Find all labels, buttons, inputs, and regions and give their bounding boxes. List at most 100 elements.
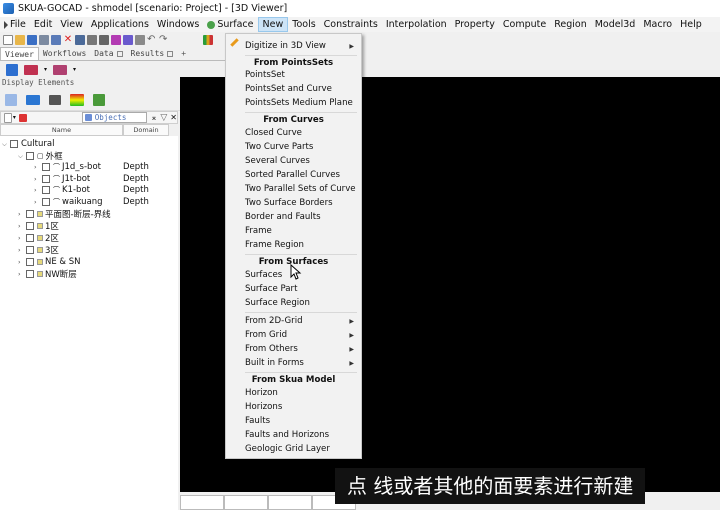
solid-icon[interactable] (49, 94, 61, 105)
close-icon[interactable]: ✕ (170, 113, 177, 122)
visibility-checkbox[interactable] (26, 222, 34, 230)
surface-icon[interactable] (26, 94, 40, 105)
collapse-icon[interactable]: ⌵ (18, 152, 26, 161)
magic-wand-icon[interactable] (111, 34, 121, 45)
menu-item-closed-curve[interactable]: Closed Curve (245, 127, 355, 140)
select-icon[interactable] (123, 34, 133, 45)
chevron-down-icon[interactable]: ▾ (73, 66, 76, 73)
tree-row[interactable]: › 1区 (18, 220, 59, 232)
visibility-checkbox[interactable] (42, 163, 50, 171)
tree-row[interactable]: › NW断层 (18, 268, 77, 280)
expand-icon[interactable]: › (18, 222, 26, 230)
collapse-icon[interactable]: ⌵ (2, 140, 10, 149)
expand-icon[interactable]: › (34, 186, 42, 194)
delete-icon[interactable]: ✕ (63, 34, 73, 45)
tree-row[interactable]: › 平面图-断层-界线 (18, 208, 111, 220)
menu-tools[interactable]: Tools (288, 17, 319, 32)
menu-item-from-grid[interactable]: From Grid ▶ (245, 329, 355, 342)
paste-icon[interactable] (99, 34, 109, 45)
expand-icon[interactable]: › (18, 210, 26, 218)
visibility-checkbox[interactable] (42, 186, 50, 194)
menu-item-two-parallel-sets[interactable]: Two Parallel Sets of Curve (245, 183, 356, 196)
column-domain[interactable]: Domain (123, 124, 169, 136)
menu-item-geologic-grid-layer[interactable]: Geologic Grid Layer (245, 443, 355, 456)
tree-row-cultural[interactable]: ⌵ Cultural (2, 138, 54, 150)
menu-applications[interactable]: Applications (87, 17, 153, 32)
expand-icon[interactable]: › (18, 246, 26, 254)
menu-item-faults-horizons[interactable]: Faults and Horizons (245, 429, 355, 442)
menu-item-digitize[interactable]: Digitize in 3D View ▶ (245, 40, 355, 53)
expand-icon[interactable]: › (18, 270, 26, 278)
menu-macro[interactable]: Macro (639, 17, 676, 32)
visibility-checkbox[interactable] (26, 210, 34, 218)
menu-view[interactable]: View (56, 17, 87, 32)
menu-item-pointsset[interactable]: PointsSet (245, 69, 355, 82)
visibility-checkbox[interactable] (26, 246, 34, 254)
tool-icon[interactable] (135, 34, 145, 45)
tab-workflows[interactable]: Workflows (39, 47, 90, 60)
filter-icon[interactable]: ▽ (160, 113, 167, 123)
menu-item-faults[interactable]: Faults (245, 415, 355, 428)
model-icon[interactable] (93, 93, 105, 106)
menu-item-pointsset-plane[interactable]: PointsSets Medium Plane (245, 97, 355, 110)
menu-item-surface-part[interactable]: Surface Part (245, 283, 355, 296)
scatter-icon[interactable] (53, 64, 68, 75)
menu-item-from-2d-grid[interactable]: From 2D-Grid ▶ (245, 315, 355, 328)
menu-item-built-in-forms[interactable]: Built in Forms ▶ (245, 357, 355, 370)
add-tab-button[interactable]: + (177, 47, 190, 60)
menu-item-horizons[interactable]: Horizons (245, 401, 355, 414)
property-icon[interactable] (70, 93, 84, 106)
chevron-down-icon[interactable]: ▾ (44, 66, 47, 73)
tree-row[interactable]: › 2区 (18, 232, 59, 244)
save-icon[interactable] (27, 34, 37, 45)
close-icon[interactable] (116, 50, 123, 57)
menu-item-surface-region[interactable]: Surface Region (245, 297, 355, 310)
visibility-checkbox[interactable] (42, 175, 50, 183)
menu-surface[interactable]: Surface (203, 17, 257, 32)
menu-file[interactable]: File (0, 17, 30, 32)
pin-icon[interactable]: ⌅ (151, 113, 158, 122)
new-object-icon[interactable] (4, 112, 12, 123)
visibility-checkbox[interactable] (10, 140, 18, 148)
save-as-icon[interactable] (39, 34, 49, 45)
menu-item-border-faults[interactable]: Border and Faults (245, 211, 355, 224)
menu-item-from-others[interactable]: From Others ▶ (245, 343, 355, 356)
tree-row[interactable]: › 3区 (18, 244, 59, 256)
grid-icon[interactable] (5, 93, 17, 106)
tree-row[interactable]: › ⌒ J1d_s-bot Depth (34, 161, 178, 173)
menu-edit[interactable]: Edit (30, 17, 56, 32)
undo-icon[interactable]: ↶ (147, 34, 157, 45)
cut-icon[interactable] (75, 34, 85, 45)
visibility-checkbox[interactable] (26, 258, 34, 266)
menu-new[interactable]: New (257, 17, 289, 32)
menu-item-several-curves[interactable]: Several Curves (245, 155, 355, 168)
tree-row[interactable]: › NE & SN (18, 256, 81, 268)
tab-viewer[interactable]: Viewer (0, 47, 39, 60)
visibility-checkbox[interactable] (26, 234, 34, 242)
menu-constraints[interactable]: Constraints (320, 17, 382, 32)
paint-icon[interactable] (24, 64, 38, 75)
copy-icon[interactable] (87, 34, 97, 45)
menu-help[interactable]: Help (676, 17, 706, 32)
menu-property[interactable]: Property (451, 17, 499, 32)
tree-row[interactable]: › ⌒ K1-bot Depth (34, 184, 178, 196)
menu-item-frame-region[interactable]: Frame Region (245, 239, 355, 252)
menu-item-sorted-parallel[interactable]: Sorted Parallel Curves (245, 169, 355, 182)
expand-icon[interactable]: › (34, 163, 42, 171)
redo-icon[interactable]: ↷ (159, 34, 169, 45)
menu-item-frame[interactable]: Frame (245, 225, 355, 238)
menu-compute[interactable]: Compute (499, 17, 550, 32)
chevron-down-icon[interactable]: ▾ (13, 114, 16, 121)
visibility-checkbox[interactable] (26, 270, 34, 278)
menu-item-horizon[interactable]: Horizon (245, 387, 355, 400)
new-file-icon[interactable] (3, 34, 13, 45)
menu-item-two-surface-borders[interactable]: Two Surface Borders (245, 197, 355, 210)
expand-icon[interactable]: › (18, 258, 26, 266)
chart-icon[interactable] (203, 34, 213, 45)
tab-results[interactable]: Results (127, 47, 178, 60)
expand-icon[interactable]: › (34, 175, 42, 183)
menu-interpolation[interactable]: Interpolation (382, 17, 451, 32)
print-icon[interactable] (51, 34, 61, 45)
expand-icon[interactable]: › (18, 234, 26, 242)
close-icon[interactable] (167, 50, 174, 57)
